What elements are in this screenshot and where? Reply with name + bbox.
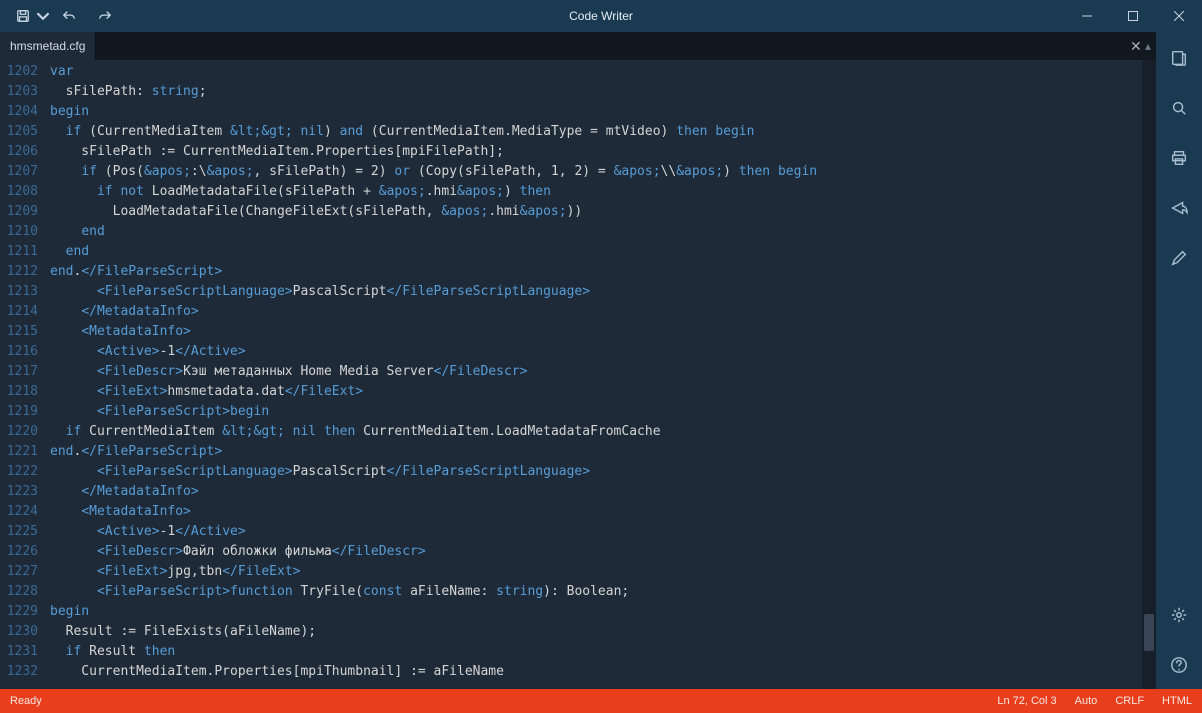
- status-lineend[interactable]: CRLF: [1115, 695, 1144, 707]
- code-content[interactable]: var sFilePath: string; begin if (Current…: [44, 60, 1156, 689]
- settings-icon[interactable]: [1156, 601, 1202, 629]
- print-icon[interactable]: [1156, 144, 1202, 172]
- statusbar: Ready Ln 72, Col 3 Auto CRLF HTML: [0, 689, 1202, 713]
- search-icon[interactable]: [1156, 94, 1202, 122]
- minimize-button[interactable]: [1064, 0, 1110, 32]
- status-ready: Ready: [10, 695, 42, 707]
- help-icon[interactable]: [1156, 651, 1202, 679]
- save-dropdown[interactable]: [36, 0, 50, 32]
- line-gutter: 1202 1203 1204 1205 1206 1207 1208 1209 …: [0, 60, 44, 689]
- editor-area: hmsmetad.cfg ✕ ▴ 1202 1203 1204 1205 120…: [0, 32, 1156, 689]
- scrollbar-vertical[interactable]: [1142, 60, 1156, 689]
- maximize-button[interactable]: [1110, 0, 1156, 32]
- save-button[interactable]: [6, 0, 40, 32]
- status-encoding[interactable]: Auto: [1075, 695, 1098, 707]
- right-rail: [1156, 32, 1202, 689]
- share-icon[interactable]: [1156, 194, 1202, 222]
- scrollbar-thumb[interactable]: [1144, 614, 1154, 652]
- file-tab[interactable]: hmsmetad.cfg ✕: [0, 32, 96, 60]
- app-title: Code Writer: [569, 9, 633, 23]
- undo-button[interactable]: [52, 0, 86, 32]
- tab-close-icon[interactable]: ✕: [1130, 38, 1142, 55]
- status-language[interactable]: HTML: [1162, 695, 1192, 707]
- redo-button[interactable]: [88, 0, 122, 32]
- status-position: Ln 72, Col 3: [997, 695, 1056, 707]
- code-viewport[interactable]: 1202 1203 1204 1205 1206 1207 1208 1209 …: [0, 60, 1156, 689]
- edit-icon[interactable]: [1156, 244, 1202, 272]
- titlebar: Code Writer: [0, 0, 1202, 32]
- close-button[interactable]: [1156, 0, 1202, 32]
- tab-filename: hmsmetad.cfg: [10, 39, 85, 53]
- tab-scroll-up[interactable]: ▴: [1140, 32, 1156, 60]
- tabbar: hmsmetad.cfg ✕ ▴: [0, 32, 1156, 60]
- new-file-icon[interactable]: [1156, 44, 1202, 72]
